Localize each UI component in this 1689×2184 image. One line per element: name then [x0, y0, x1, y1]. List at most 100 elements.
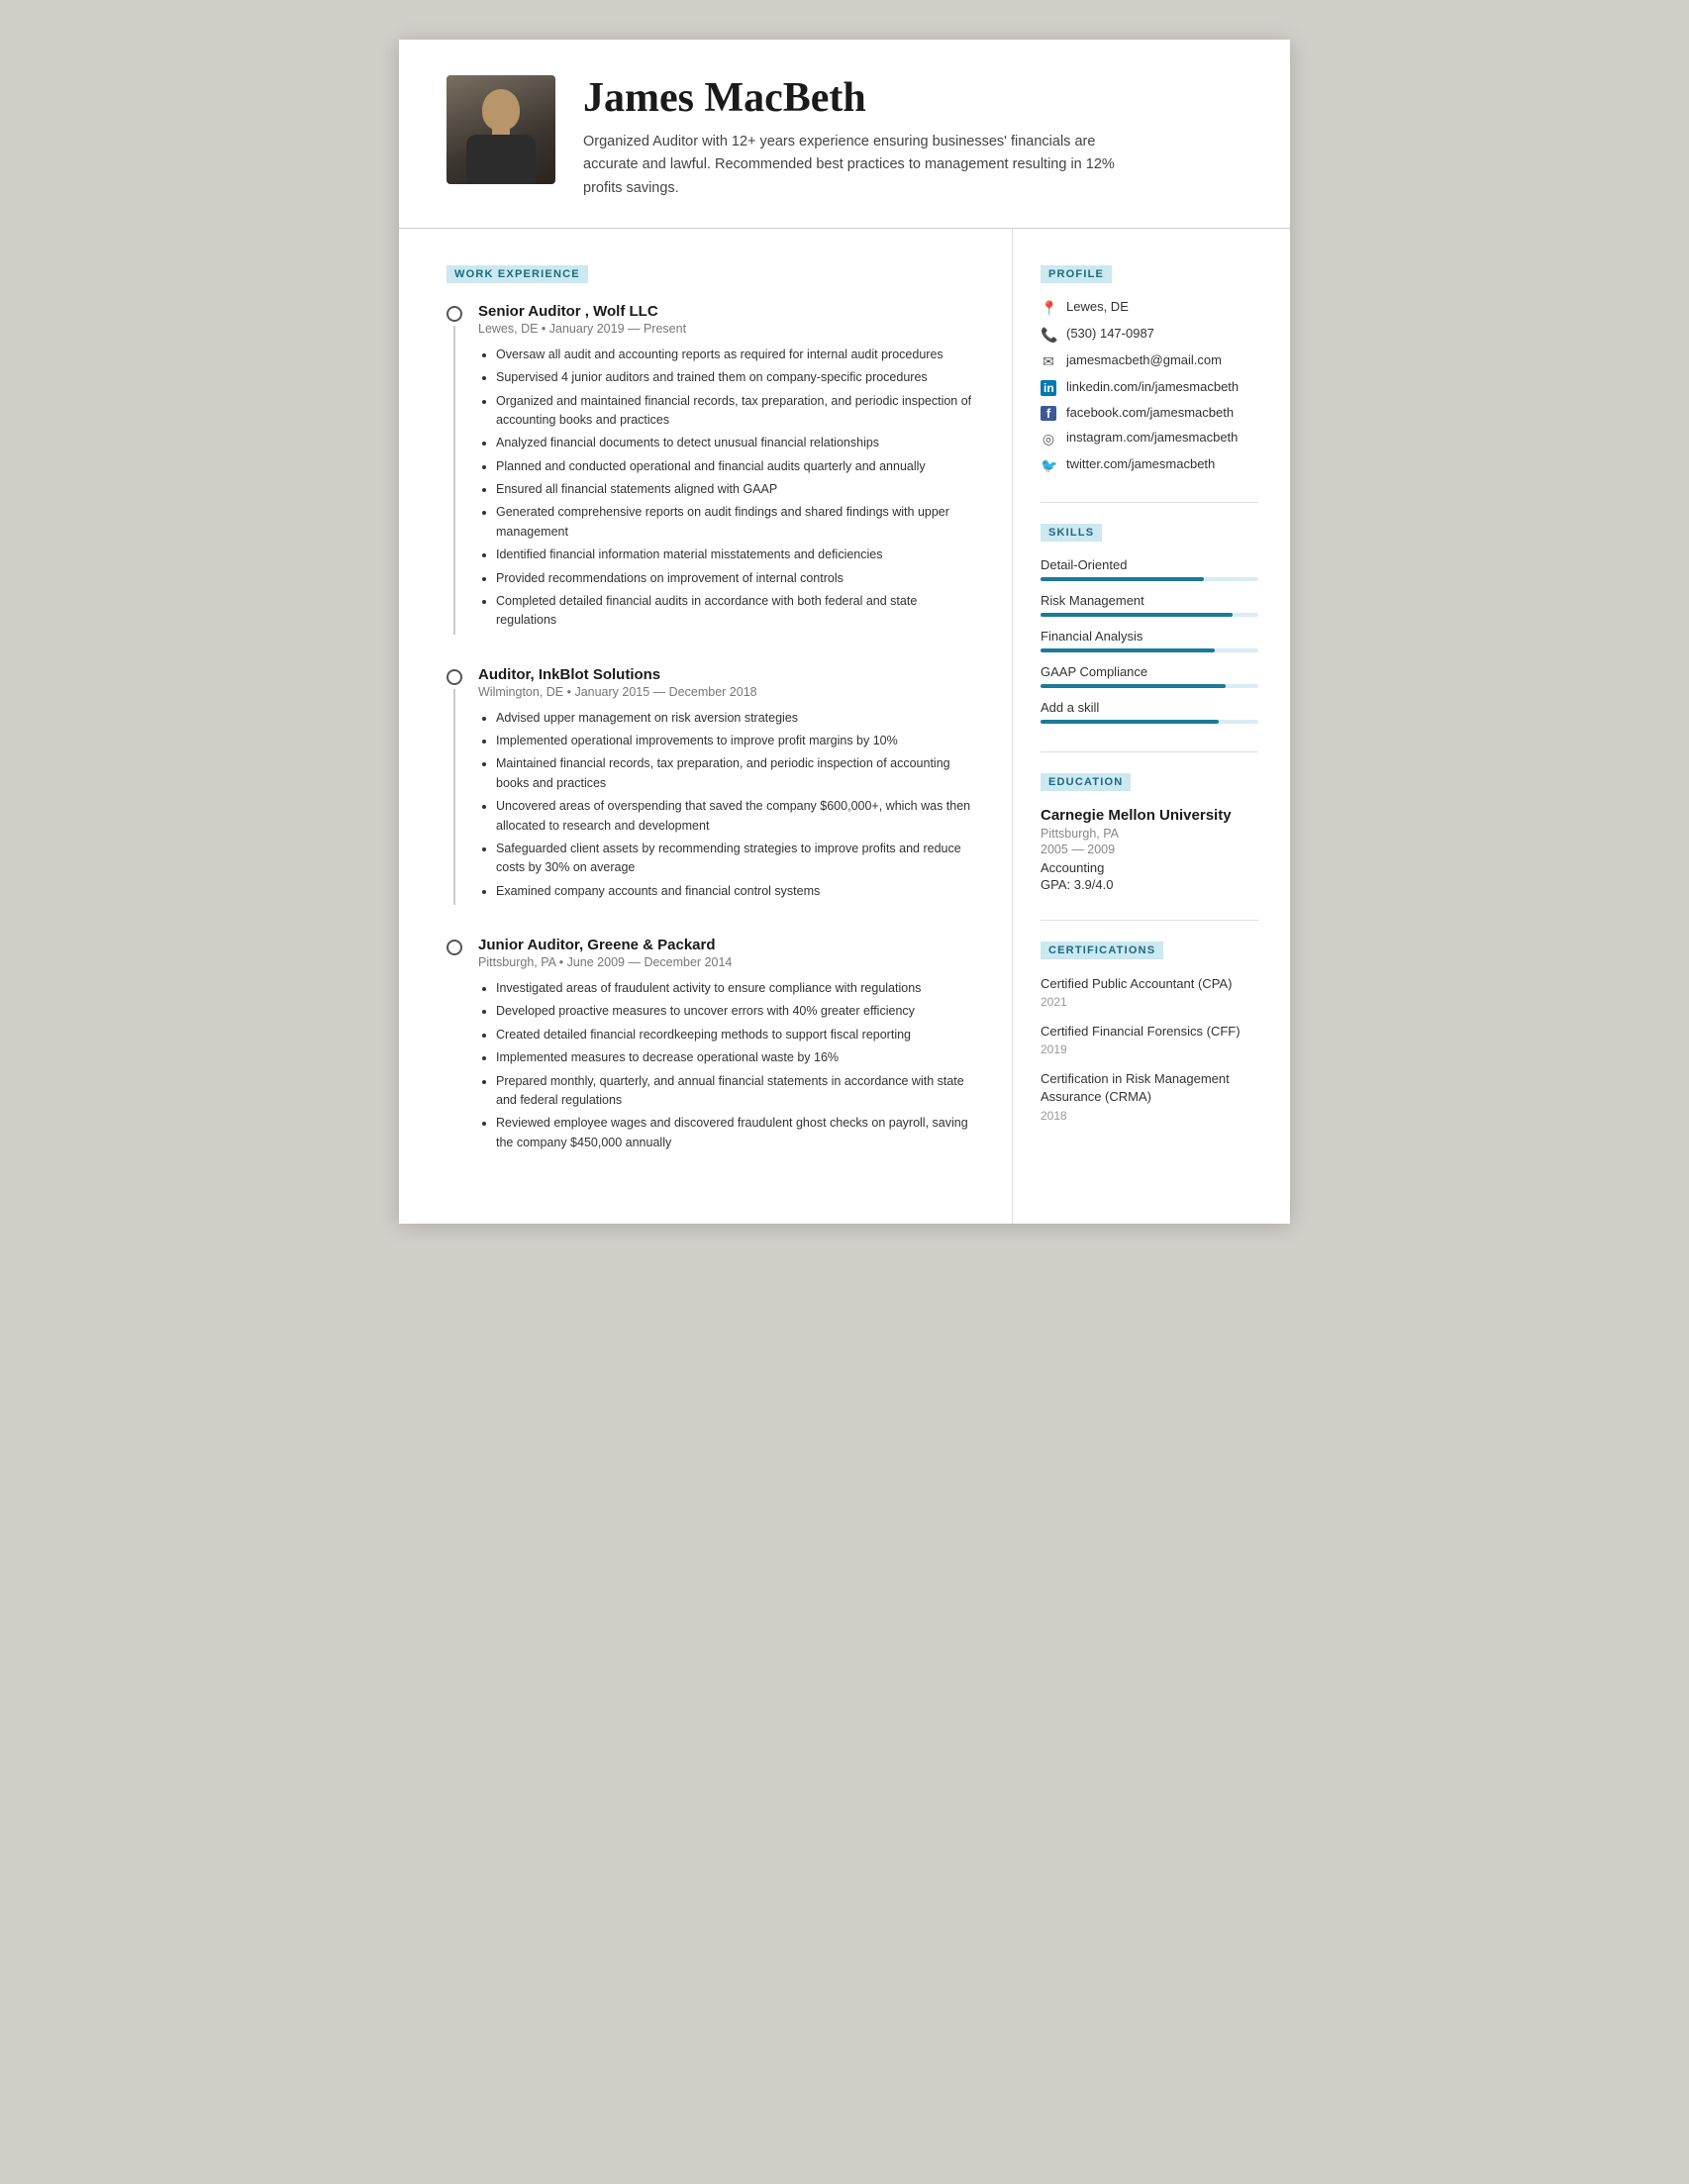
skill-name: Detail-Oriented	[1041, 557, 1258, 572]
left-column: WORK EXPERIENCE Senior Auditor , Wolf LL…	[399, 229, 1013, 1224]
divider-2	[1041, 751, 1258, 752]
cert-name: Certification in Risk Management Assuran…	[1041, 1070, 1258, 1106]
cert-name: Certified Financial Forensics (CFF)	[1041, 1023, 1258, 1041]
bullet-item: Implemented operational improvements to …	[496, 732, 972, 750]
profile-item: ✉ jamesmacbeth@gmail.com	[1041, 352, 1258, 370]
job-title-1: Senior Auditor , Wolf LLC	[478, 303, 972, 320]
job-content-1: Senior Auditor , Wolf LLC Lewes, DE • Ja…	[478, 303, 972, 635]
email-icon: ✉	[1041, 353, 1056, 370]
profile-item: inlinkedin.com/in/jamesmacbeth	[1041, 379, 1258, 396]
skill-item: GAAP Compliance	[1041, 664, 1258, 688]
education-section: EDUCATION Carnegie Mellon University Pit…	[1041, 772, 1258, 892]
job-bullets-1: Oversaw all audit and accounting reports…	[478, 346, 972, 631]
job-entry-2: Auditor, InkBlot Solutions Wilmington, D…	[447, 666, 972, 905]
profile-item-text: Lewes, DE	[1066, 299, 1129, 314]
cert-year: 2021	[1041, 995, 1258, 1009]
job-dot-2	[447, 669, 462, 685]
skills-label: SKILLS	[1041, 524, 1102, 542]
job-bullets-3: Investigated areas of fraudulent activit…	[478, 979, 972, 1152]
certifications-list: Certified Public Accountant (CPA)2021 Cer…	[1041, 975, 1258, 1123]
job-entry-1: Senior Auditor , Wolf LLC Lewes, DE • Ja…	[447, 303, 972, 635]
avatar	[447, 75, 555, 184]
phone-icon: 📞	[1041, 327, 1056, 344]
skill-item: Risk Management	[1041, 593, 1258, 617]
bullet-item: Supervised 4 junior auditors and trained…	[496, 368, 972, 387]
skill-bar-bg	[1041, 577, 1258, 581]
edu-degree: Accounting	[1041, 860, 1258, 875]
bullet-item: Safeguarded client assets by recommendin…	[496, 840, 972, 878]
skill-item: Add a skill	[1041, 700, 1258, 724]
profile-item-text: instagram.com/jamesmacbeth	[1066, 430, 1238, 445]
profile-item-text: linkedin.com/in/jamesmacbeth	[1066, 379, 1239, 394]
job-dot-3	[447, 940, 462, 955]
candidate-bio: Organized Auditor with 12+ years experie…	[583, 131, 1138, 200]
divider-1	[1041, 502, 1258, 503]
skill-name: Add a skill	[1041, 700, 1258, 715]
profile-item-text: (530) 147-0987	[1066, 326, 1154, 341]
bullet-item: Developed proactive measures to uncover …	[496, 1002, 972, 1021]
bullet-item: Oversaw all audit and accounting reports…	[496, 346, 972, 364]
job-content-2: Auditor, InkBlot Solutions Wilmington, D…	[478, 666, 972, 905]
skill-bar-bg	[1041, 720, 1258, 724]
profile-section: PROFILE 📍 Lewes, DE 📞 (530) 147-0987 ✉ jamesm…	[1041, 264, 1258, 474]
profile-item: ffacebook.com/jamesmacbeth	[1041, 405, 1258, 421]
job-meta-1: Lewes, DE • January 2019 — Present	[478, 322, 972, 336]
bullet-item: Identified financial information materia…	[496, 546, 972, 564]
right-column: PROFILE 📍 Lewes, DE 📞 (530) 147-0987 ✉ jamesm…	[1013, 229, 1290, 1224]
twitter-icon: 🐦	[1041, 457, 1056, 474]
skill-bar-fill	[1041, 684, 1226, 688]
skills-section: SKILLS Detail-Oriented Risk Management Fin…	[1041, 523, 1258, 724]
skill-bar-fill	[1041, 577, 1204, 581]
divider-3	[1041, 920, 1258, 921]
cert-item: Certification in Risk Management Assuran…	[1041, 1070, 1258, 1122]
bullet-item: Reviewed employee wages and discovered f…	[496, 1114, 972, 1152]
cert-year: 2019	[1041, 1042, 1258, 1056]
job-dot	[447, 306, 462, 322]
job-title-3: Junior Auditor, Greene & Packard	[478, 937, 972, 953]
job-meta-2: Wilmington, DE • January 2015 — December…	[478, 685, 972, 699]
edu-location: Pittsburgh, PA	[1041, 827, 1258, 841]
skills-list: Detail-Oriented Risk Management Financial …	[1041, 557, 1258, 724]
skill-bar-bg	[1041, 684, 1258, 688]
skill-name: Financial Analysis	[1041, 629, 1258, 644]
skill-bar-fill	[1041, 720, 1219, 724]
candidate-name: James MacBeth	[583, 75, 1242, 121]
certifications-section: CERTIFICATIONS Certified Public Accounta…	[1041, 941, 1258, 1123]
skill-bar-bg	[1041, 648, 1258, 652]
skill-bar-fill	[1041, 613, 1233, 617]
education-label: EDUCATION	[1041, 773, 1131, 791]
skill-bar-bg	[1041, 613, 1258, 617]
profile-item: 📍 Lewes, DE	[1041, 299, 1258, 317]
bullet-item: Advised upper management on risk aversio…	[496, 709, 972, 728]
job-bullets-2: Advised upper management on risk aversio…	[478, 709, 972, 901]
bullet-item: Maintained financial records, tax prepar…	[496, 754, 972, 793]
header-text: James MacBeth Organized Auditor with 12+…	[583, 75, 1242, 200]
resume-container: James MacBeth Organized Auditor with 12+…	[399, 40, 1290, 1224]
edu-gpa: GPA: 3.9/4.0	[1041, 877, 1258, 892]
skill-name: GAAP Compliance	[1041, 664, 1258, 679]
certifications-label: CERTIFICATIONS	[1041, 942, 1163, 959]
skill-item: Financial Analysis	[1041, 629, 1258, 652]
cert-item: Certified Public Accountant (CPA)2021	[1041, 975, 1258, 1009]
job-line-2	[453, 689, 455, 905]
location-icon: 📍	[1041, 300, 1056, 317]
bullet-item: Generated comprehensive reports on audit…	[496, 503, 972, 542]
profile-item: ◎instagram.com/jamesmacbeth	[1041, 430, 1258, 447]
profile-label: PROFILE	[1041, 265, 1112, 283]
bullet-item: Ensured all financial statements aligned…	[496, 480, 972, 499]
profile-items: 📍 Lewes, DE 📞 (530) 147-0987 ✉ jamesmacbeth@g…	[1041, 299, 1258, 474]
main-content: WORK EXPERIENCE Senior Auditor , Wolf LL…	[399, 229, 1290, 1224]
facebook-icon: f	[1041, 406, 1056, 421]
skill-item: Detail-Oriented	[1041, 557, 1258, 581]
profile-item-text: jamesmacbeth@gmail.com	[1066, 352, 1222, 367]
bullet-item: Created detailed financial recordkeeping…	[496, 1026, 972, 1044]
bullet-item: Analyzed financial documents to detect u…	[496, 434, 972, 452]
job-content-3: Junior Auditor, Greene & Packard Pittsbu…	[478, 937, 972, 1156]
edu-years: 2005 — 2009	[1041, 843, 1258, 856]
job-timeline-col-2	[447, 666, 462, 905]
job-entry-3: Junior Auditor, Greene & Packard Pittsbu…	[447, 937, 972, 1156]
bullet-item: Uncovered areas of overspending that sav…	[496, 797, 972, 836]
profile-item: 📞 (530) 147-0987	[1041, 326, 1258, 344]
job-title-2: Auditor, InkBlot Solutions	[478, 666, 972, 683]
job-line	[453, 326, 455, 635]
